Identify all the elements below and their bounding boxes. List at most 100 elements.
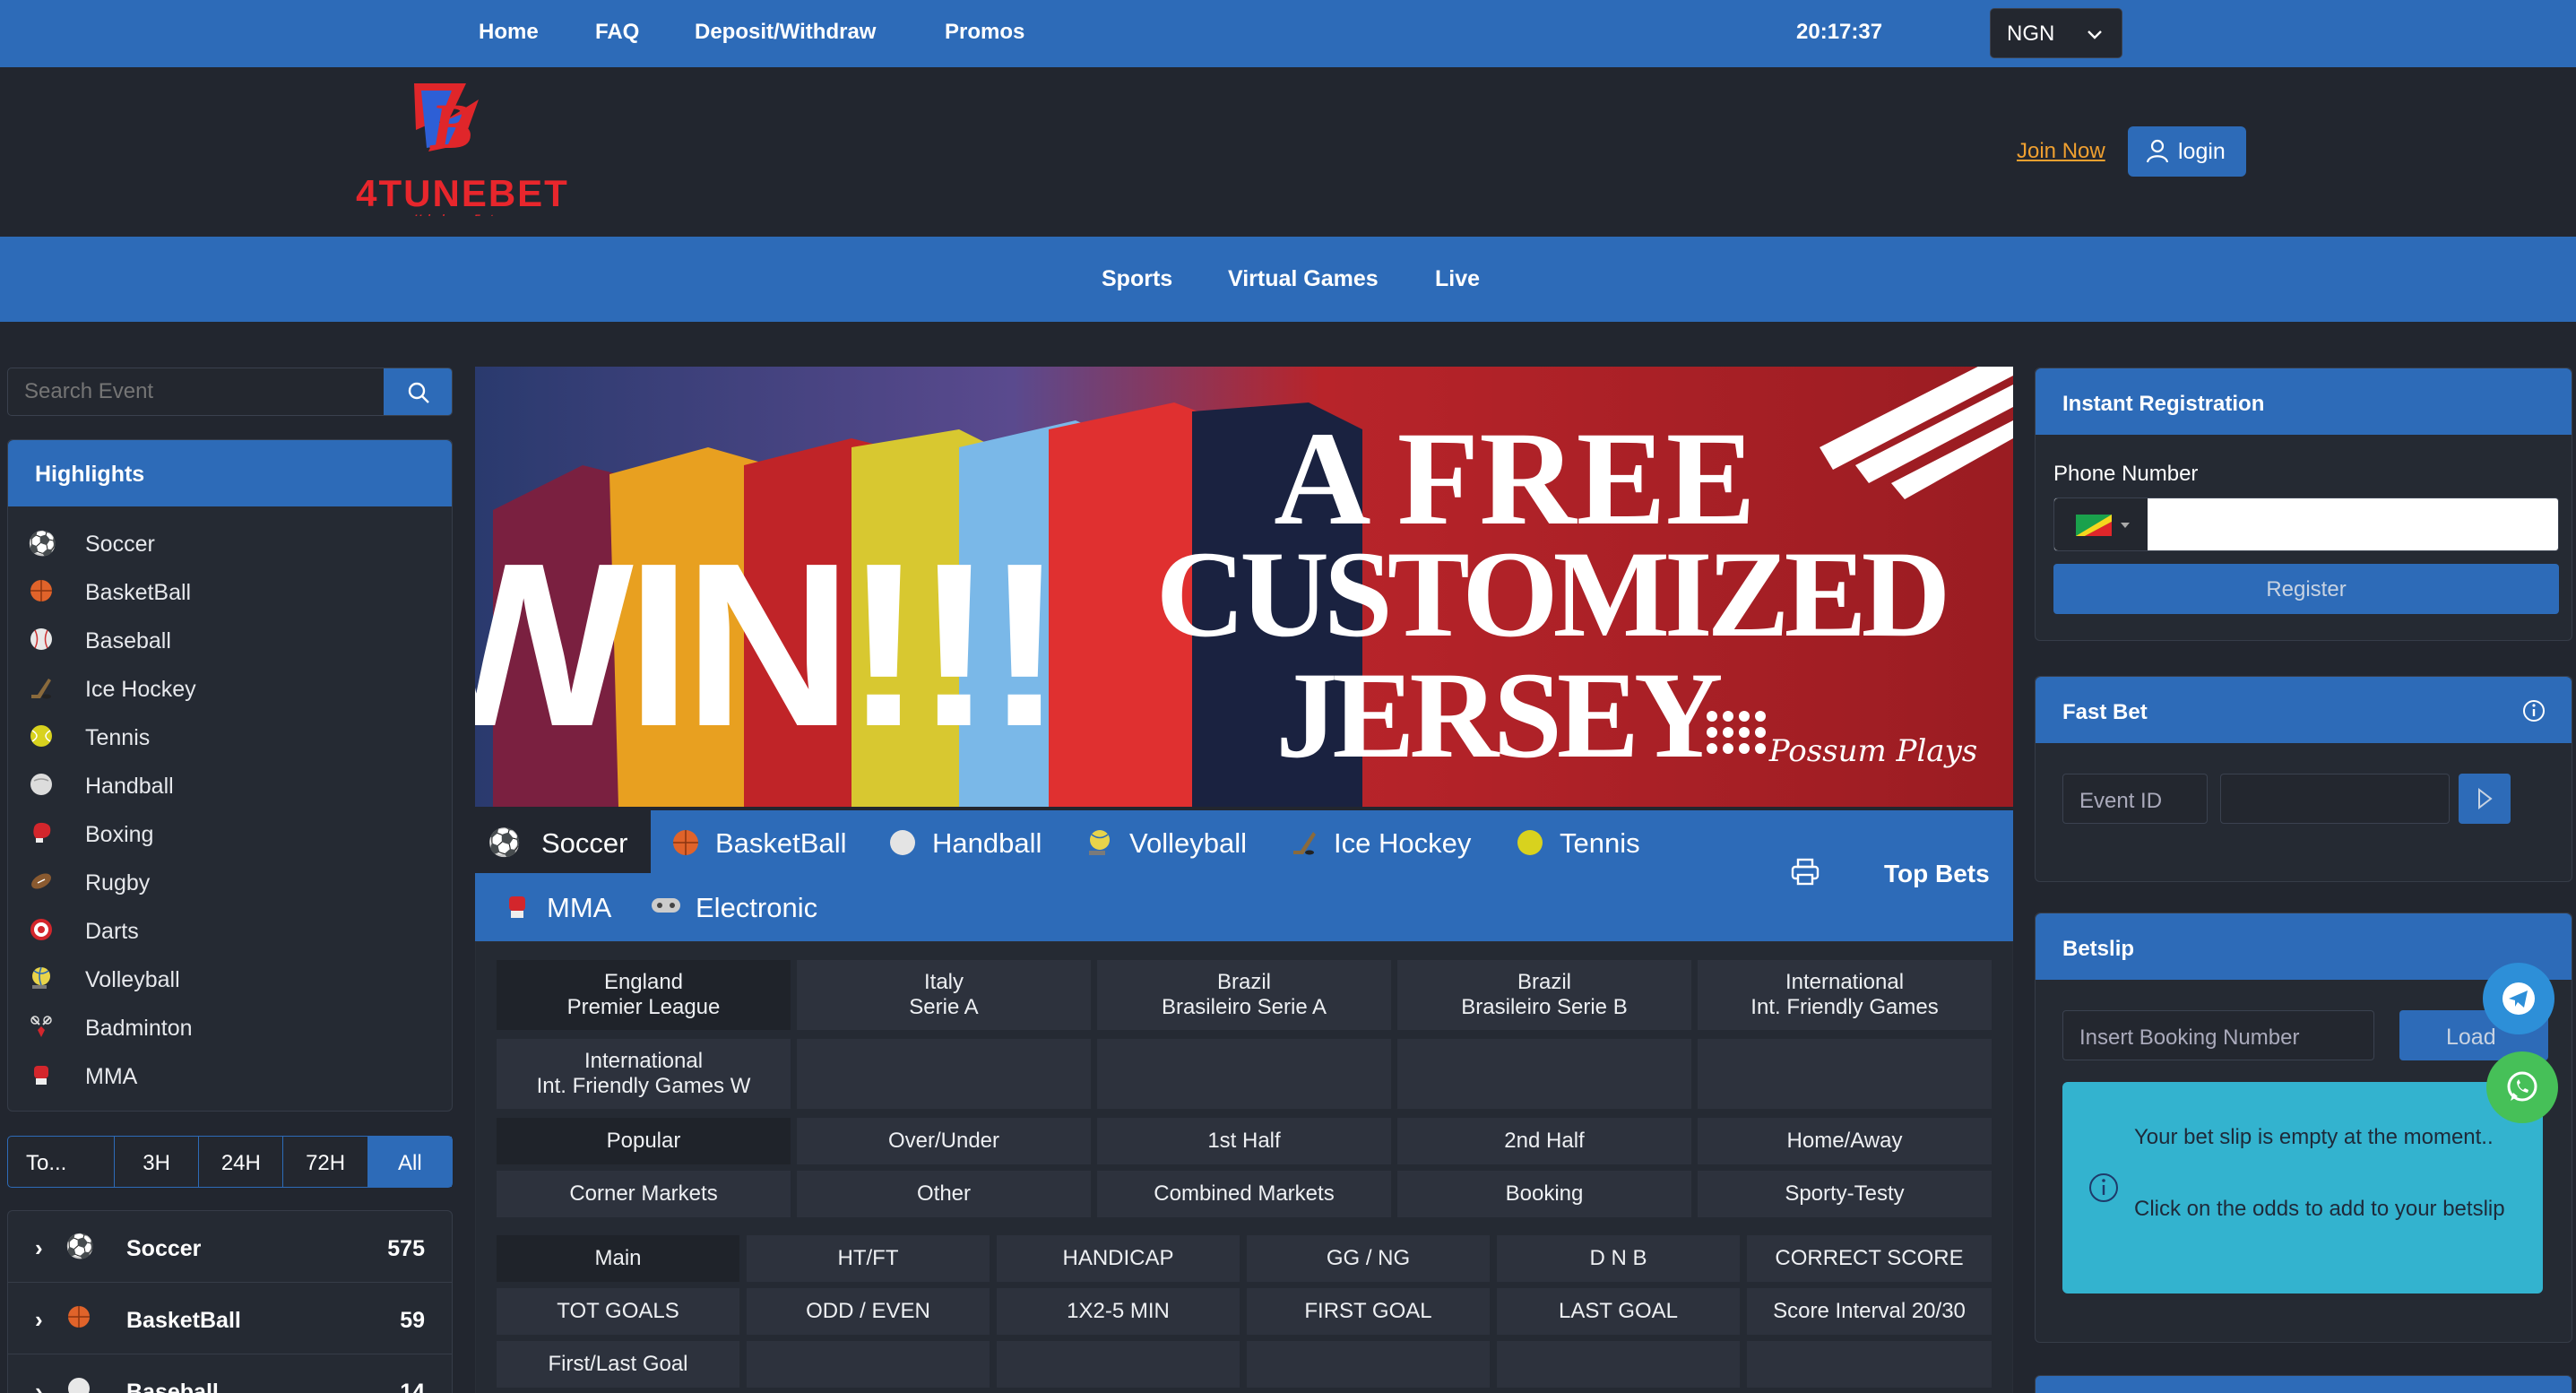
search-button[interactable]	[384, 368, 452, 415]
tab-mma[interactable]: MMA	[502, 875, 627, 938]
time-filter-today[interactable]: To...	[8, 1137, 115, 1187]
highlights-title: Highlights	[8, 440, 452, 506]
league-england-premier-league[interactable]: England Premier League	[497, 960, 791, 1030]
search-input[interactable]	[8, 368, 385, 415]
search-icon	[408, 382, 429, 403]
fast-bet-panel: Fast Bet Event ID	[2035, 676, 2572, 882]
submarket-tot-goals[interactable]: TOT GOALS	[497, 1288, 739, 1335]
highlight-item-boxing[interactable]: Boxing	[28, 811, 440, 856]
submarket-ht-ft[interactable]: HT/FT	[747, 1235, 990, 1282]
tab-basketball[interactable]: BasketBall	[670, 810, 868, 873]
nav-faq-link[interactable]: FAQ	[595, 20, 639, 45]
highlight-item-mma[interactable]: MMA	[28, 1053, 440, 1098]
tab-ice-hockey[interactable]: Ice Hockey	[1289, 810, 1486, 873]
league-int-friendly-games-w[interactable]: International Int. Friendly Games W	[497, 1039, 791, 1109]
mma-glove-icon	[28, 1062, 55, 1089]
market-1st-half[interactable]: 1st Half	[1097, 1118, 1391, 1164]
soccer-ball-icon: ⚽	[488, 828, 522, 858]
printer-icon[interactable]	[1790, 857, 1820, 887]
highlight-item-tennis[interactable]: Tennis	[28, 714, 440, 759]
clock: 20:17:37	[1796, 20, 1883, 44]
time-filter-72h[interactable]: 72H	[283, 1137, 368, 1187]
nav-home-link[interactable]: Home	[479, 20, 539, 45]
nav-promos-link[interactable]: Promos	[945, 20, 1024, 45]
fast-bet-go-button[interactable]	[2459, 774, 2511, 824]
market-grid: England Premier League Italy Serie A Brazi…	[475, 941, 2013, 1393]
telegram-button[interactable]	[2483, 963, 2554, 1034]
submarket-last-goal[interactable]: LAST GOAL	[1497, 1288, 1740, 1335]
submarket-correct-score[interactable]: CORRECT SCORE	[1747, 1235, 1992, 1282]
market-sporty-testy[interactable]: Sporty-Testy	[1698, 1171, 1992, 1217]
svg-text:4TUNEBET: 4TUNEBET	[356, 172, 569, 214]
phone-number-field[interactable]	[2053, 497, 2559, 551]
highlight-item-darts[interactable]: Darts	[28, 908, 440, 953]
register-button[interactable]: Register	[2053, 564, 2559, 614]
nav-deposit-withdraw-link[interactable]: Deposit/Withdraw	[695, 20, 876, 45]
submarket-score-interval[interactable]: Score Interval 20/30	[1747, 1288, 1992, 1335]
submarket-first-goal[interactable]: FIRST GOAL	[1247, 1288, 1490, 1335]
market-2nd-half[interactable]: 2nd Half	[1397, 1118, 1691, 1164]
currency-select[interactable]: NGN	[1990, 8, 2122, 58]
event-value-input[interactable]	[2220, 774, 2450, 824]
tab-tennis[interactable]: Tennis	[1515, 810, 1667, 873]
submarket-1x2-5-min[interactable]: 1X2-5 MIN	[997, 1288, 1240, 1335]
tab-handball[interactable]: Handball	[887, 810, 1067, 873]
sport-row-baseball[interactable]: › Baseball 14	[8, 1354, 452, 1393]
sport-row-basketball[interactable]: › BasketBall 59	[8, 1283, 452, 1354]
submarket-empty-cell	[1747, 1341, 1992, 1388]
nav-virtual-games-link[interactable]: Virtual Games	[1228, 266, 1379, 292]
highlights-panel: Highlights ⚽ Soccer BasketBall Baseball I…	[7, 439, 453, 1112]
login-button[interactable]: login	[2128, 126, 2246, 177]
join-now-link[interactable]: Join Now	[2017, 139, 2105, 164]
submarket-first-last-goal[interactable]: First/Last Goal	[497, 1341, 739, 1388]
booking-number-input[interactable]: Insert Booking Number	[2062, 1010, 2374, 1060]
league-italy-serie-a[interactable]: Italy Serie A	[797, 960, 1091, 1030]
tab-soccer[interactable]: ⚽ Soccer	[475, 810, 651, 873]
highlight-item-ice-hockey[interactable]: Ice Hockey	[28, 666, 440, 711]
league-brazil-serie-b[interactable]: Brazil Brasileiro Serie B	[1397, 960, 1691, 1030]
market-other[interactable]: Other	[797, 1171, 1091, 1217]
tab-volleyball[interactable]: Volleyball	[1085, 810, 1273, 873]
telegram-icon	[2503, 982, 2535, 1015]
submarket-dnb[interactable]: D N B	[1497, 1235, 1740, 1282]
highlight-item-baseball[interactable]: Baseball	[28, 618, 440, 662]
market-combined-markets[interactable]: Combined Markets	[1097, 1171, 1391, 1217]
submarket-odd-even[interactable]: ODD / EVEN	[747, 1288, 990, 1335]
top-bets-link[interactable]: Top Bets	[1884, 860, 1990, 888]
time-filter-3h[interactable]: 3H	[115, 1137, 200, 1187]
league-int-friendly-games[interactable]: International Int. Friendly Games	[1698, 960, 1992, 1030]
market-popular[interactable]: Popular	[497, 1118, 791, 1164]
league-brazil-serie-a[interactable]: Brazil Brasileiro Serie A	[1097, 960, 1391, 1030]
whatsapp-button[interactable]	[2486, 1051, 2558, 1123]
nav-live-link[interactable]: Live	[1435, 266, 1480, 292]
time-filter-24h[interactable]: 24H	[199, 1137, 284, 1187]
info-icon[interactable]	[2521, 698, 2546, 723]
event-id-input[interactable]: Event ID	[2062, 774, 2208, 824]
highlight-item-handball[interactable]: Handball	[28, 763, 440, 808]
highlight-item-soccer[interactable]: ⚽ Soccer	[28, 521, 440, 566]
promo-banner[interactable]: WIN!!! A FREE CUSTOMIZED JERSEY Possum P…	[475, 367, 2013, 807]
market-over-under[interactable]: Over/Under	[797, 1118, 1091, 1164]
sport-row-soccer[interactable]: › ⚽ Soccer 575	[8, 1211, 452, 1283]
nav-sports-link[interactable]: Sports	[1102, 266, 1172, 292]
highlight-item-volleyball[interactable]: Volleyball	[28, 956, 440, 1001]
tab-electronic[interactable]: Electronic	[651, 875, 866, 938]
market-corner-markets[interactable]: Corner Markets	[497, 1171, 791, 1217]
market-home-away[interactable]: Home/Away	[1698, 1118, 1992, 1164]
market-booking[interactable]: Booking	[1397, 1171, 1691, 1217]
brand-logo[interactable]: B 4TUNEBET Unlock your Fortune	[328, 82, 597, 224]
chevron-right-icon: ›	[35, 1378, 43, 1393]
highlight-item-badminton[interactable]: Badminton	[28, 1005, 440, 1050]
submarket-gg-ng[interactable]: GG / NG	[1247, 1235, 1490, 1282]
submarket-main[interactable]: Main	[497, 1235, 739, 1282]
time-filter-all[interactable]: All	[367, 1137, 452, 1187]
submarket-empty-cell	[1497, 1341, 1740, 1388]
svg-text:Possum Plays: Possum Plays	[1768, 733, 1978, 769]
event-count: 59	[400, 1308, 425, 1333]
empty-hint: Click on the odds to add to your betslip	[2134, 1197, 2505, 1221]
play-arrow-icon	[2478, 787, 2493, 810]
highlight-item-basketball[interactable]: BasketBall	[28, 569, 440, 614]
highlight-item-rugby[interactable]: Rugby	[28, 860, 440, 904]
country-code-select[interactable]	[2054, 498, 2148, 550]
submarket-handicap[interactable]: HANDICAP	[997, 1235, 1240, 1282]
